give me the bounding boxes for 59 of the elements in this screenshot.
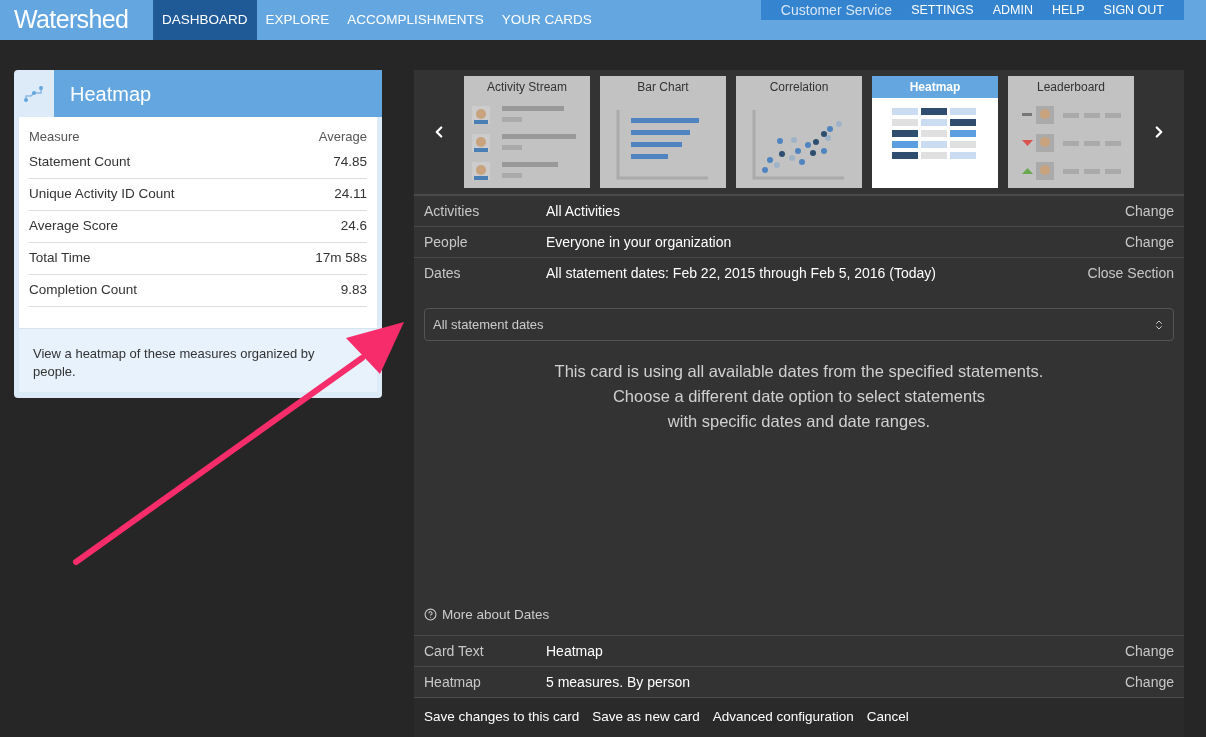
info-text: Choose a different date option to select statements	[612, 386, 986, 407]
help-icon	[424, 608, 437, 622]
change-link[interactable]: Change	[1124, 231, 1174, 253]
setting-value: 5 measures. By person	[546, 672, 691, 692]
measure-name: Statement Count	[29, 152, 131, 171]
card-type-tile[interactable]: Leaderboard	[1008, 76, 1134, 188]
measure-value: 17m 58s	[315, 248, 367, 267]
setting-label: Card Text	[424, 641, 485, 661]
setting-value: All statement dates: Feb 22, 2015 through Feb 5, 2016 (Today)	[546, 263, 937, 283]
card-title: Heatmap	[70, 81, 152, 107]
account-link[interactable]: SETTINGS	[911, 0, 974, 20]
tile-label: Correlation	[768, 79, 830, 96]
setting-label: People	[424, 232, 469, 252]
account-link[interactable]: HELP	[1051, 0, 1085, 20]
setting-value: All Activities	[546, 201, 621, 221]
change-link[interactable]: Change	[1124, 640, 1174, 662]
account-name: Customer Service	[780, 0, 893, 20]
column-header: Measure	[29, 128, 80, 146]
setting-label: Dates	[424, 263, 462, 283]
measure-name: Total Time	[29, 248, 91, 267]
tile-label: Heatmap	[872, 76, 998, 98]
measure-name: Unique Activity ID Count	[29, 184, 175, 203]
change-link[interactable]: Close Section	[1087, 262, 1174, 284]
more-link[interactable]: More about Dates	[442, 604, 550, 625]
footer-link[interactable]: Advanced configuration	[712, 707, 854, 728]
avatar-icon	[472, 134, 490, 152]
setting-label: Activities	[424, 201, 481, 221]
setting-value: Heatmap	[546, 641, 604, 661]
measure-name: Average Score	[29, 216, 119, 235]
date-select[interactable]: All statement dates	[424, 308, 1174, 341]
change-link[interactable]: Change	[1124, 671, 1174, 693]
setting-label: Heatmap	[424, 672, 482, 692]
tile-label: Leaderboard	[1035, 79, 1107, 96]
avatar-icon	[472, 106, 490, 124]
measure-value: 24.6	[340, 216, 367, 235]
change-link[interactable]: Change	[1124, 200, 1174, 222]
select-arrows-icon	[1153, 318, 1165, 331]
footer-link[interactable]: Save as new card	[592, 707, 700, 728]
account-link[interactable]: SIGN OUT	[1103, 0, 1164, 20]
card-type-tile[interactable]: Bar Chart	[600, 76, 726, 188]
column-header: Average	[318, 128, 367, 146]
card-description: View a heatmap of these measures organized by people.	[19, 328, 377, 392]
measure-name: Completion Count	[29, 280, 138, 299]
footer-link[interactable]: Save changes to this card	[424, 707, 580, 728]
account-link[interactable]: ADMIN	[992, 0, 1033, 20]
card-type-tile[interactable]: Correlation	[736, 76, 862, 188]
info-text: This card is using all available dates from the specified statements.	[554, 361, 1044, 382]
setting-value: Everyone in your organization	[546, 232, 733, 252]
measure-value: 24.11	[334, 184, 367, 203]
info-text: with specific dates and date ranges.	[667, 411, 931, 432]
nav-tab[interactable]: DASHBOARD	[153, 0, 257, 40]
tile-label: Bar Chart	[636, 79, 690, 96]
line-chart-icon	[23, 84, 45, 103]
card-type-tile[interactable]: Activity Stream	[464, 76, 590, 188]
avatar-icon	[472, 162, 490, 180]
measure-value: 74.85	[333, 152, 367, 171]
footer-link[interactable]: Cancel	[866, 707, 909, 728]
measure-value: 9.83	[340, 280, 367, 299]
tile-label: Activity Stream	[486, 79, 568, 96]
